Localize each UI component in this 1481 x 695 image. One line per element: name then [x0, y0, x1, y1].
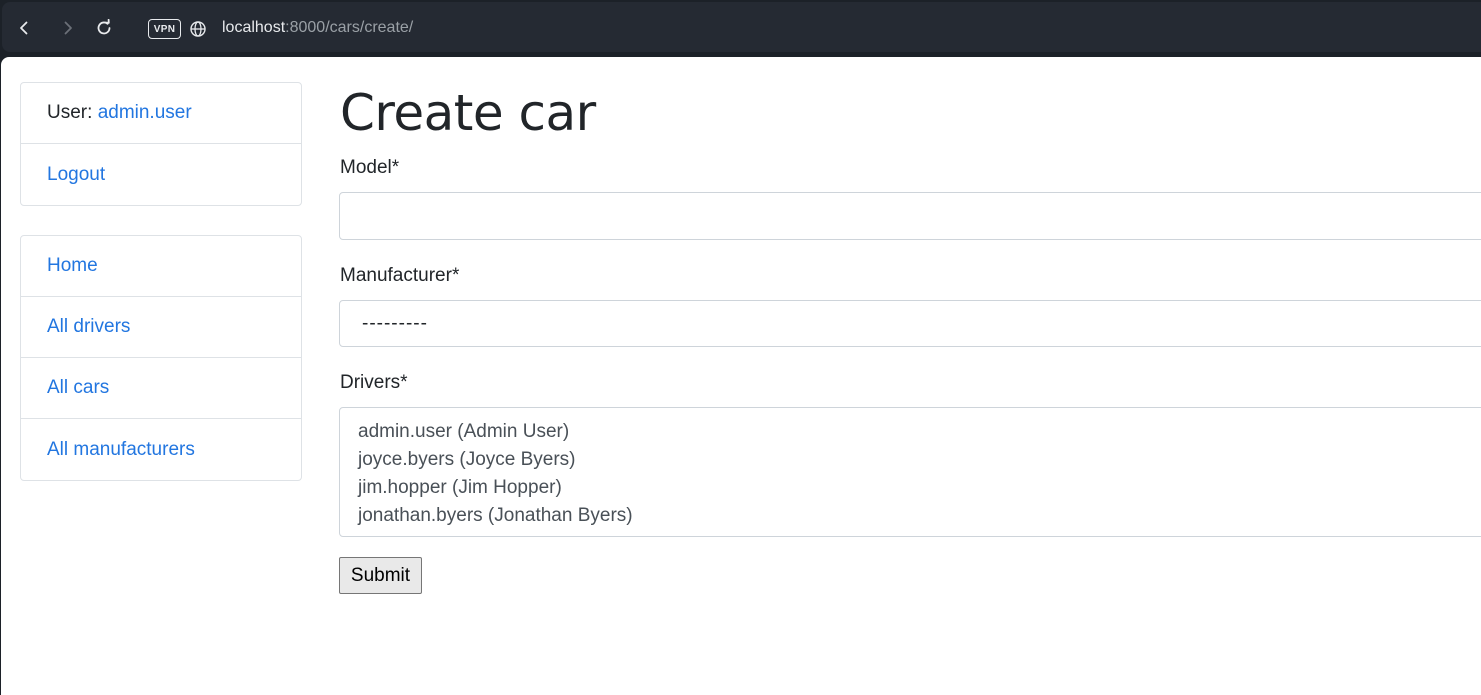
browser-toolbar: VPN localhost:8000/cars/create/ [0, 0, 1481, 57]
driver-option[interactable]: jonathan.byers (Jonathan Byers) [358, 502, 1481, 530]
globe-icon[interactable] [189, 20, 207, 38]
model-label: Model* [340, 157, 400, 178]
driver-option[interactable]: admin.user (Admin User) [358, 418, 1481, 446]
logout-link[interactable]: Logout [47, 164, 105, 186]
user-info: User: admin.user [21, 83, 301, 144]
all-manufacturers-link[interactable]: All manufacturers [47, 439, 195, 461]
back-icon[interactable] [12, 16, 36, 40]
forward-icon[interactable] [56, 16, 80, 40]
driver-option[interactable]: jim.hopper (Jim Hopper) [358, 474, 1481, 502]
url-host: localhost [222, 19, 286, 36]
logout-item: Logout [21, 144, 301, 205]
browser-toolbar-inner: VPN localhost:8000/cars/create/ [2, 2, 1481, 52]
manufacturer-select[interactable]: --------- [339, 300, 1481, 347]
url-path: :8000/cars/create/ [285, 19, 414, 36]
sidebar-item-drivers: All drivers [21, 297, 301, 358]
sidebar-item-manufacturers: All manufacturers [21, 419, 301, 480]
user-label: User: [47, 102, 98, 123]
all-cars-link[interactable]: All cars [47, 377, 109, 399]
user-panel: User: admin.user Logout [20, 82, 302, 206]
sidebar-item-cars: All cars [21, 358, 301, 419]
model-input[interactable] [339, 192, 1481, 240]
driver-option[interactable]: joyce.byers (Joyce Byers) [358, 446, 1481, 474]
all-drivers-link[interactable]: All drivers [47, 316, 130, 338]
page-viewport: User: admin.user Logout Home All drivers… [1, 57, 1481, 695]
drivers-label: Drivers* [340, 372, 408, 393]
sidebar-item-home: Home [21, 236, 301, 297]
drivers-multiselect[interactable]: admin.user (Admin User) joyce.byers (Joy… [339, 407, 1481, 537]
page-title: Create car [340, 84, 596, 142]
username-link[interactable]: admin.user [98, 102, 192, 124]
reload-icon[interactable] [92, 16, 116, 40]
submit-button[interactable]: Submit [339, 557, 422, 594]
home-link[interactable]: Home [47, 255, 98, 277]
vpn-badge[interactable]: VPN [148, 19, 181, 39]
address-bar[interactable]: localhost:8000/cars/create/ [222, 19, 413, 37]
sidebar-nav: Home All drivers All cars All manufactur… [20, 235, 302, 481]
manufacturer-label: Manufacturer* [340, 265, 460, 286]
